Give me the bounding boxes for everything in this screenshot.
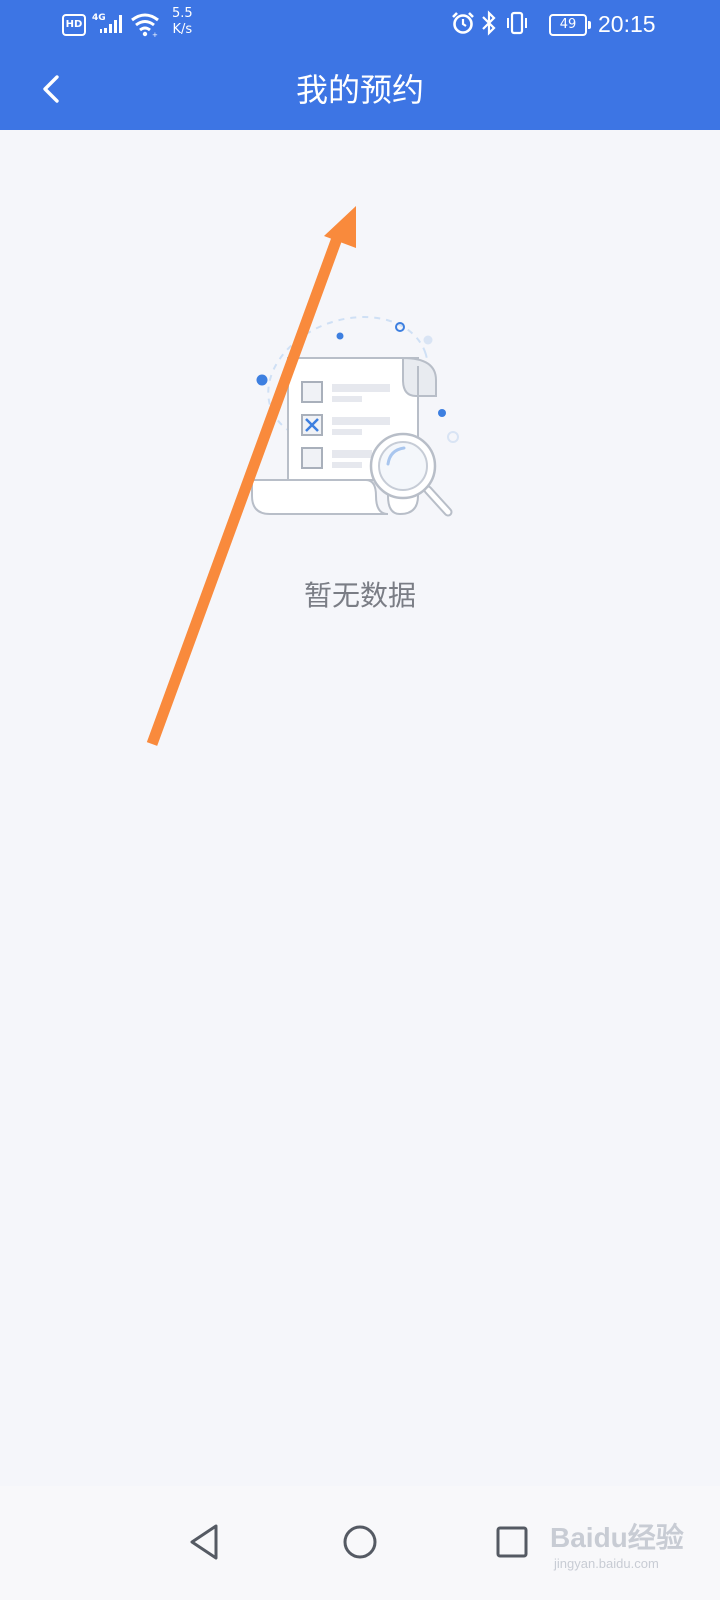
net-speed-unit: K/s bbox=[172, 22, 193, 37]
svg-text:+: + bbox=[152, 31, 158, 38]
square-recents-icon bbox=[496, 1526, 528, 1558]
watermark-url: jingyan.baidu.com bbox=[554, 1556, 659, 1571]
nav-recents-button[interactable] bbox=[486, 1516, 538, 1568]
vibrate-icon bbox=[504, 10, 530, 36]
triangle-back-icon bbox=[190, 1524, 218, 1560]
circle-home-icon bbox=[343, 1525, 377, 1559]
bluetooth-icon bbox=[480, 10, 498, 36]
hd-badge: HD bbox=[62, 14, 86, 36]
net-speed: 5.5 K/s bbox=[172, 6, 193, 38]
wifi-icon: + bbox=[130, 10, 162, 39]
signal-icon: 4G bbox=[92, 10, 126, 36]
net-speed-value: 5.5 bbox=[172, 6, 193, 21]
battery-indicator: 49 bbox=[549, 14, 591, 36]
nav-back-button[interactable] bbox=[180, 1516, 232, 1568]
watermark-logo: Baidu经验 bbox=[550, 1522, 684, 1553]
clock: 20:15 bbox=[598, 11, 656, 37]
arrow-head bbox=[324, 206, 356, 248]
annotation-arrow bbox=[146, 206, 356, 746]
status-bar: HD 4G + 5.5 K/s 49 20:15 bbox=[0, 0, 720, 48]
baidu-watermark: Baidu经验 jingyan.baidu.com bbox=[550, 1516, 716, 1586]
app-header: HD 4G + 5.5 K/s 49 20:15 我的预约 bbox=[0, 0, 720, 130]
alarm-icon bbox=[450, 10, 476, 36]
empty-state-message: 暂无数据 bbox=[303, 579, 416, 612]
nav-home-button[interactable] bbox=[334, 1516, 386, 1568]
page-title: 我的预约 bbox=[295, 71, 424, 109]
svg-text:4G: 4G bbox=[92, 13, 106, 23]
empty-state-illustration bbox=[248, 300, 468, 536]
